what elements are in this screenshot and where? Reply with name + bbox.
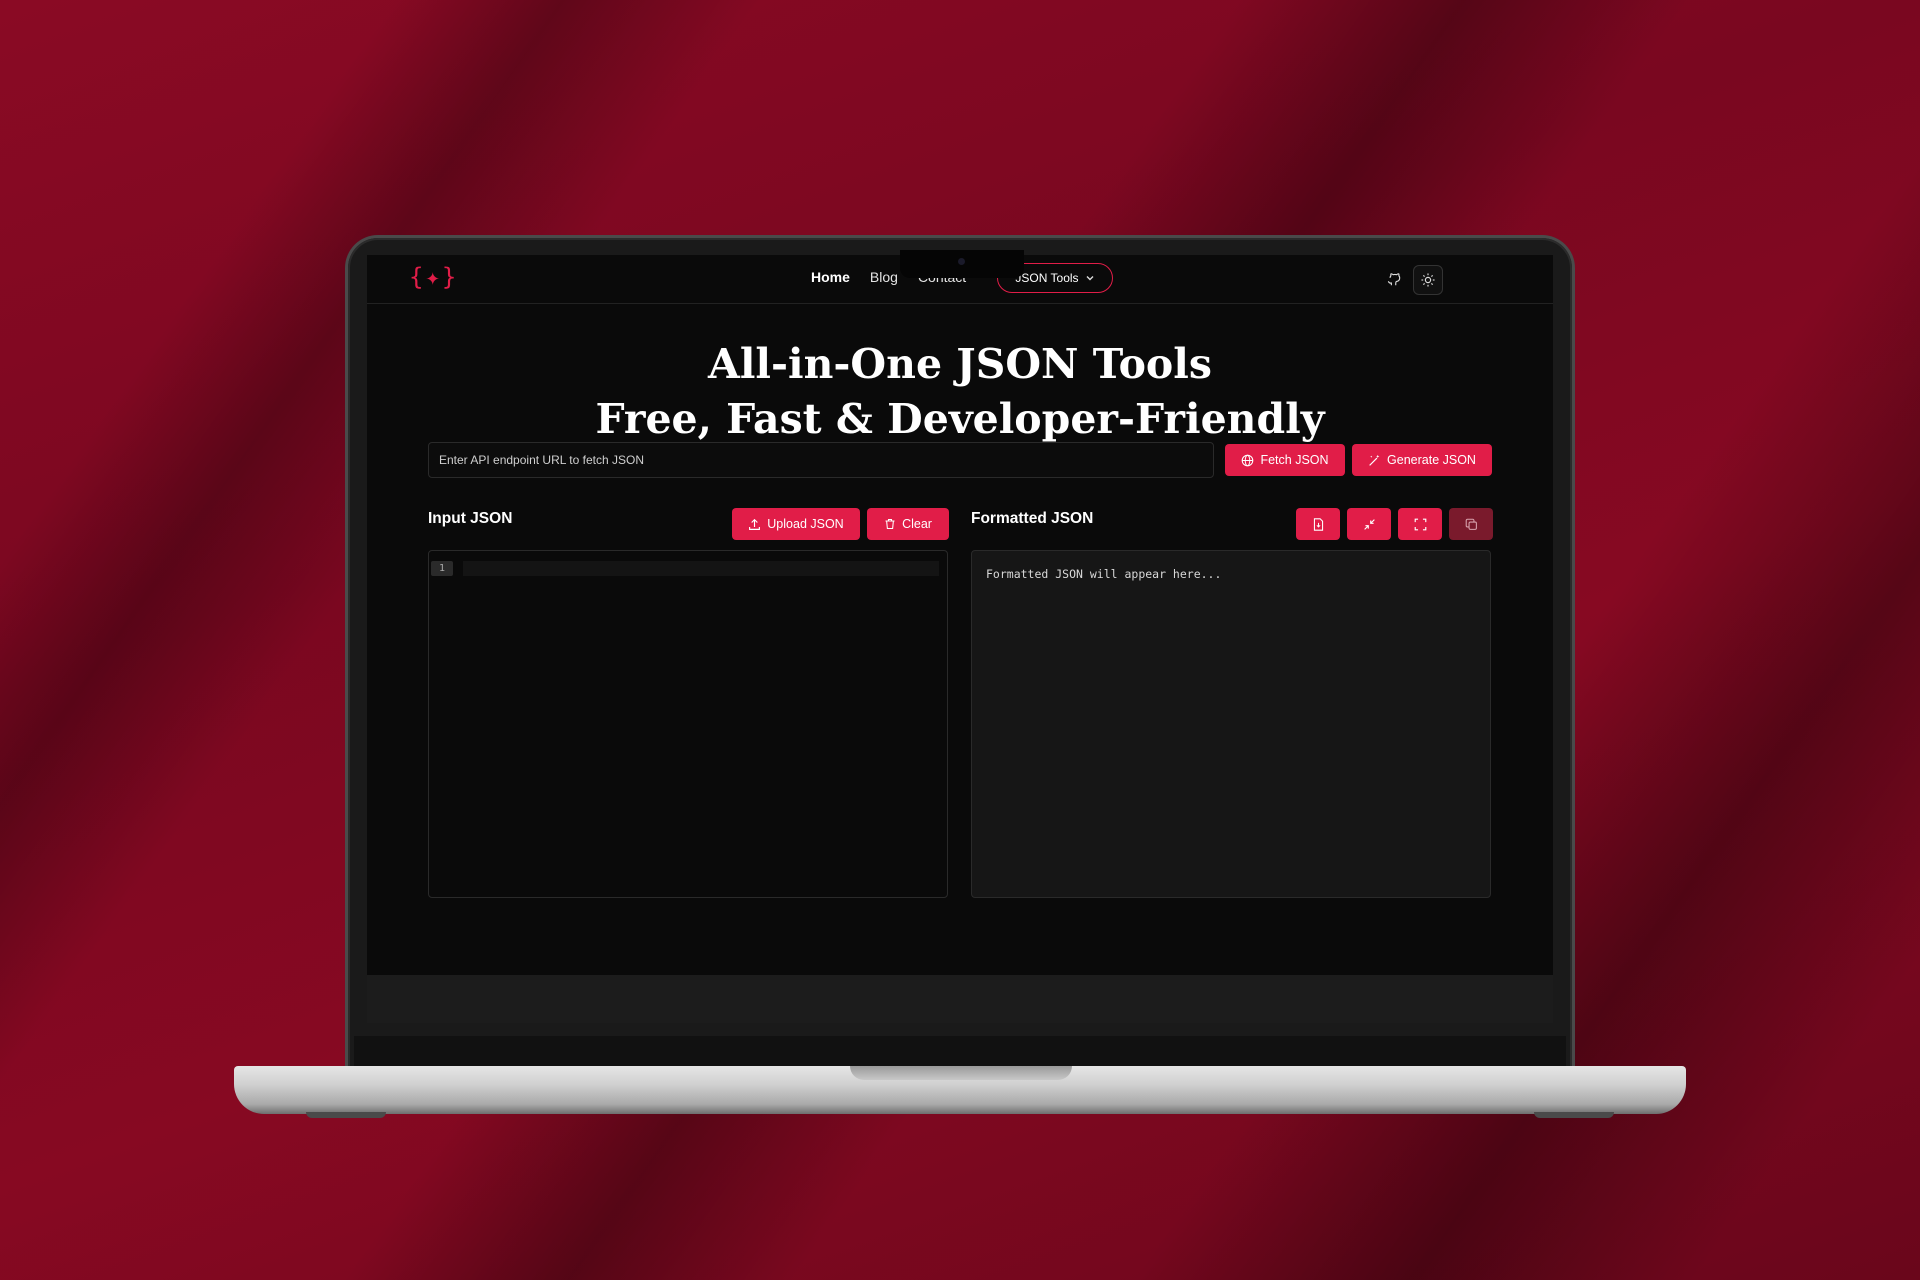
logo[interactable]: {✦}	[409, 263, 458, 291]
laptop-foot-right	[1534, 1112, 1614, 1118]
clear-label: Clear	[902, 517, 932, 531]
generate-json-label: Generate JSON	[1387, 453, 1476, 467]
camera-notch	[900, 250, 1024, 278]
minify-button[interactable]	[1347, 508, 1391, 540]
chevron-down-icon	[1086, 276, 1094, 281]
sun-icon	[1421, 273, 1435, 287]
hero-line-1: All-in-One JSON Tools	[708, 340, 1212, 388]
trash-icon	[885, 518, 895, 530]
magic-wand-icon	[1369, 454, 1380, 466]
line-number: 1	[431, 561, 453, 576]
copy-icon	[1465, 518, 1477, 530]
generate-json-button[interactable]: Generate JSON	[1352, 444, 1492, 476]
upload-json-label: Upload JSON	[767, 517, 844, 531]
file-download-icon	[1313, 517, 1323, 531]
nav-blog[interactable]: Blog	[870, 269, 898, 285]
screen-bezel-bottom	[354, 1036, 1566, 1066]
formatted-json-title: Formatted JSON	[971, 510, 1094, 527]
laptop-hinge-notch	[850, 1066, 1072, 1080]
theme-toggle-button[interactable]	[1413, 265, 1443, 295]
fullscreen-button[interactable]	[1398, 508, 1442, 540]
clear-button[interactable]: Clear	[867, 508, 949, 540]
globe-icon	[1242, 454, 1254, 466]
github-icon[interactable]	[1381, 267, 1407, 293]
output-placeholder: Formatted JSON will appear here...	[986, 567, 1222, 581]
hero-heading: All-in-One JSON Tools Free, Fast & Devel…	[367, 337, 1553, 447]
input-json-title: Input JSON	[428, 510, 513, 527]
json-tools-label: JSON Tools	[1015, 271, 1079, 285]
hero-line-2: Free, Fast & Developer-Friendly	[595, 395, 1325, 443]
download-button[interactable]	[1296, 508, 1340, 540]
minimize-icon	[1363, 518, 1375, 530]
upload-json-button[interactable]: Upload JSON	[732, 508, 860, 540]
api-url-input[interactable]	[428, 442, 1214, 478]
active-line-highlight	[463, 561, 939, 576]
upload-icon	[749, 518, 761, 530]
formatted-json-output[interactable]: Formatted JSON will appear here...	[971, 550, 1491, 898]
input-json-editor[interactable]: 1	[428, 550, 948, 898]
copy-button[interactable]	[1449, 508, 1493, 540]
fetch-json-label: Fetch JSON	[1260, 453, 1329, 467]
nav-home[interactable]: Home	[811, 269, 850, 285]
footer-band	[367, 975, 1553, 1023]
fullscreen-icon	[1414, 518, 1426, 530]
app-screen: {✦} Home Blog Contact JSON Tools All-in-…	[367, 255, 1553, 1023]
fetch-json-button[interactable]: Fetch JSON	[1225, 444, 1345, 476]
laptop-foot-left	[306, 1112, 386, 1118]
